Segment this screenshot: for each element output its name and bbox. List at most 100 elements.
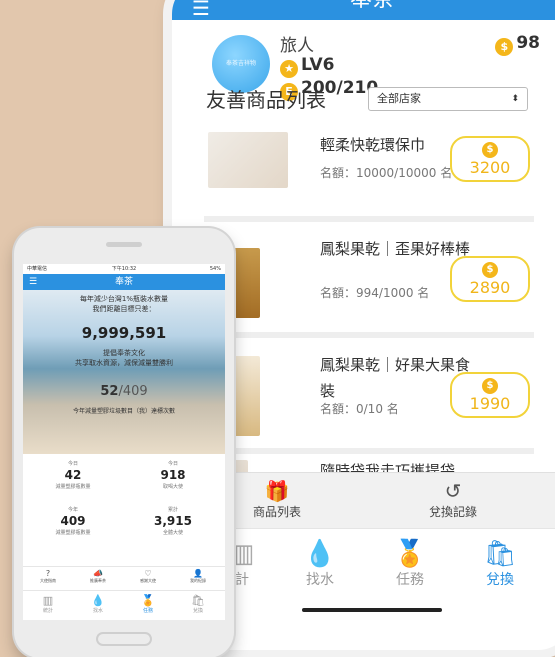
nav-tasks[interactable]: 🏅 任務: [123, 594, 173, 614]
phone-screen: 中華電信 下午10:32 54% ☰ 奉茶 每年減少台灣1%瓶裝水數量 我們距離…: [23, 264, 225, 620]
hero-line: 共享取水資源，減保減量雙勝利: [75, 359, 173, 367]
nav-label: 找水: [306, 572, 334, 588]
hero-line: 每年減少台灣1%瓶裝水數量: [79, 295, 169, 303]
coin-icon: $: [482, 378, 498, 394]
stat-caption: 今日: [67, 461, 78, 467]
redeem-button[interactable]: $1990: [450, 372, 530, 418]
stat-value: 918: [160, 468, 186, 482]
menu-icon[interactable]: ☰: [29, 274, 37, 290]
product-quota: 名額：0/10 名: [320, 402, 399, 416]
user-name: 旅人: [280, 36, 314, 56]
nav-stats[interactable]: ▥ 統計: [23, 594, 73, 614]
bottle-count: 9,999,591: [81, 324, 167, 342]
stat-caption: 累計: [167, 507, 178, 513]
redeem-button[interactable]: $3200: [450, 136, 530, 182]
action-promote[interactable]: 📣 推廣奉茶: [73, 569, 123, 584]
subtab-label: 兌換記錄: [428, 505, 477, 519]
redeem-icon: 🛍: [191, 594, 205, 607]
megaphone-icon: 📣: [93, 569, 103, 578]
redeem-price: 3200: [469, 158, 511, 177]
app-title: 奉茶: [350, 0, 394, 12]
user-level: ★ LV6: [280, 55, 334, 78]
app-header: ☰ 奉茶: [23, 274, 225, 290]
menu-icon[interactable]: ☰: [192, 0, 210, 28]
subtab-history[interactable]: ↺ 兌換記錄: [388, 479, 518, 520]
help-icon: ?: [45, 569, 51, 578]
action-thanks[interactable]: ♡ 感謝大使: [123, 569, 173, 584]
action-label: 大使指南: [40, 578, 56, 583]
status-time: 下午10:32: [111, 266, 137, 272]
coin-value: 98: [516, 33, 540, 53]
heart-icon: ♡: [144, 569, 152, 578]
nav-label: 兌換: [192, 608, 203, 614]
chart-icon: ▥: [42, 594, 54, 607]
product-name: 鳳梨果乾｜好果大果食裝: [320, 356, 471, 400]
nav-label: 找水: [92, 608, 103, 614]
stat-value: 409: [60, 514, 86, 528]
product-image: [208, 132, 288, 188]
star-icon: ★: [280, 60, 298, 78]
nav-find-water[interactable]: 💧 找水: [73, 594, 123, 614]
stat-item: 累計 3,915 全體大使: [123, 506, 223, 536]
product-name: 鳳梨果乾｜歪果好棒棒: [320, 240, 471, 258]
product-list: 輕柔快乾環保巾 名額：10000/10000 名 $3200 鳳梨果乾｜歪果好棒…: [204, 118, 534, 494]
progress-total: /409: [118, 384, 148, 399]
redeem-price: 2890: [469, 278, 511, 297]
stat-caption: 今年: [67, 507, 78, 513]
phone-speaker: [106, 242, 142, 247]
nav-tasks[interactable]: 🏅 任務: [370, 539, 450, 589]
home-indicator: [302, 608, 442, 612]
product-item[interactable]: 鳳梨果乾｜歪果好棒棒 名額：994/1000 名 $2890: [204, 222, 534, 338]
water-drop-icon: 💧: [91, 594, 105, 607]
action-label: 推廣奉茶: [90, 578, 106, 583]
nav-redeem[interactable]: 🛍 兌換: [460, 539, 540, 589]
action-label: 我的紀錄: [190, 578, 206, 583]
stat-sub: 減量塑膠瓶數量: [55, 484, 91, 490]
app-title: 奉茶: [114, 277, 133, 287]
home-button[interactable]: [96, 632, 152, 646]
quick-actions: ? 大使指南 📣 推廣奉茶 ♡ 感謝大使 👤 我的紀錄: [23, 566, 225, 588]
coin-icon: $: [482, 142, 498, 158]
stat-sub: 取喝大使: [162, 484, 183, 490]
coin-icon: $: [495, 38, 514, 56]
nav-redeem[interactable]: 🛍 兌換: [173, 594, 223, 614]
water-drop-icon: 💧: [303, 539, 337, 569]
nav-label: 兌換: [486, 572, 514, 588]
subtab-label: 商品列表: [252, 505, 301, 519]
product-name: 輕柔快乾環保巾: [320, 136, 426, 154]
stat-value: 3,915: [154, 514, 192, 528]
medal-icon: 🏅: [141, 594, 155, 607]
action-records[interactable]: 👤 我的紀錄: [173, 569, 223, 584]
coin-icon: $: [482, 262, 498, 278]
nav-label: 任務: [142, 608, 153, 614]
product-item[interactable]: 輕柔快乾環保巾 名額：10000/10000 名 $3200: [204, 118, 534, 222]
history-icon: ↺: [444, 479, 462, 503]
stat-value: 42: [64, 468, 82, 482]
status-bar: 中華電信 下午10:32 54%: [23, 264, 225, 274]
stat-sub: 減量塑膠瓶數量: [55, 530, 91, 536]
level-value: LV6: [301, 55, 335, 75]
person-icon: 👤: [193, 569, 203, 578]
secondary-phone: 中華電信 下午10:32 54% ☰ 奉茶 每年減少台灣1%瓶裝水數量 我們距離…: [14, 228, 234, 657]
stat-item: 今日 918 取喝大使: [123, 460, 223, 490]
product-item[interactable]: 鳳梨果乾｜好果大果食裝 名額：0/10 名 $1990: [204, 338, 534, 454]
nav-label: 任務: [396, 572, 424, 588]
progress-done: 52: [100, 384, 119, 399]
bottom-nav: ▥ 統計 💧 找水 🏅 任務 🛍 兌換: [23, 590, 225, 620]
action-guide[interactable]: ? 大使指南: [23, 569, 73, 584]
coin-balance: $98: [495, 33, 540, 56]
stat-caption: 今日: [167, 461, 178, 467]
product-quota: 名額：994/1000 名: [320, 286, 430, 300]
nav-find-water[interactable]: 💧 找水: [280, 539, 360, 589]
avatar-text: 奉茶吉祥物: [225, 60, 256, 67]
hero-banner: 每年減少台灣1%瓶裝水數量 我們距離目標只差： 9,999,591 提倡奉茶文化…: [23, 290, 225, 454]
redeem-button[interactable]: $2890: [450, 256, 530, 302]
hero-line: 今年減量塑膠垃圾數目（我）達標次數: [72, 408, 175, 415]
redeem-icon: 🛍: [483, 539, 517, 569]
hero-line: 提倡奉茶文化: [103, 349, 145, 357]
nav-label: 計: [235, 572, 249, 588]
store-select[interactable]: 全部店家 ⬍: [368, 87, 528, 111]
store-select-value: 全部店家: [377, 92, 421, 105]
hero-line: 我們距離目標只差：: [92, 305, 156, 313]
stat-item: 今日 42 減量塑膠瓶數量: [23, 460, 123, 490]
